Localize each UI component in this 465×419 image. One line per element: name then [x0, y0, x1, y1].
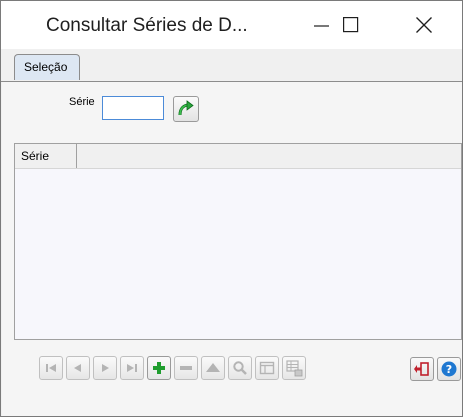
window-title: Consultar Séries de D...	[46, 15, 248, 36]
column-header-label: Série	[21, 149, 50, 163]
exit-icon	[414, 362, 429, 376]
grid-header: Série	[15, 144, 461, 169]
next-record-button[interactable]	[93, 356, 117, 380]
tab-strip: Seleção	[1, 49, 462, 81]
view-record-button[interactable]	[255, 356, 279, 380]
svg-text:?: ?	[446, 363, 452, 376]
prior-record-button[interactable]	[66, 356, 90, 380]
last-record-button[interactable]	[120, 356, 144, 380]
series-grid[interactable]: Série	[14, 143, 462, 340]
last-icon	[127, 364, 137, 372]
maximize-icon	[343, 17, 359, 33]
magnifier-icon	[233, 361, 247, 375]
maximize-button[interactable]	[328, 1, 374, 49]
column-header-serie[interactable]: Série	[15, 144, 77, 168]
close-button[interactable]	[401, 1, 447, 49]
next-icon	[102, 364, 109, 372]
tab-label: Seleção	[24, 60, 68, 74]
title-bar[interactable]: Consultar Séries de D...	[1, 1, 462, 49]
green-arrow-icon	[178, 100, 194, 116]
delete-record-button[interactable]	[174, 356, 198, 380]
prior-icon	[74, 364, 81, 372]
plus-icon	[153, 362, 165, 374]
edit-record-button[interactable]	[201, 356, 225, 380]
minus-icon	[180, 366, 192, 370]
tab-selecao[interactable]: Seleção	[14, 54, 80, 80]
grid-body[interactable]	[15, 169, 461, 339]
up-triangle-icon	[206, 363, 220, 372]
help-button[interactable]: ?	[437, 357, 461, 381]
grid-export-icon	[286, 360, 303, 377]
search-go-button[interactable]	[173, 96, 199, 122]
serie-label: Série	[69, 96, 95, 108]
search-record-button[interactable]	[228, 356, 252, 380]
grid-export-button[interactable]	[282, 356, 306, 380]
form-icon	[259, 361, 275, 375]
help-icon: ?	[441, 361, 457, 377]
exit-button[interactable]	[410, 357, 434, 381]
window: Consultar Séries de D... Seleção Série S…	[0, 0, 463, 417]
first-record-button[interactable]	[39, 356, 63, 380]
first-icon	[46, 364, 56, 372]
serie-input[interactable]	[102, 96, 164, 120]
close-icon	[416, 17, 432, 33]
insert-record-button[interactable]	[147, 356, 171, 380]
